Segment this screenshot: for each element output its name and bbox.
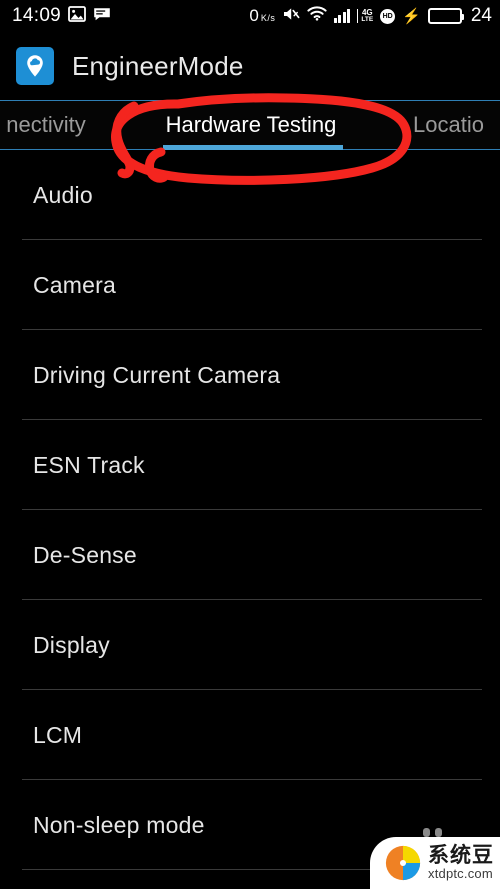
tab-connectivity[interactable]: nectivity xyxy=(0,101,146,149)
list-item-label: Audio xyxy=(33,181,93,208)
watermark: 系统豆 xtdptc.com xyxy=(370,837,500,889)
phone-screenshot: 14:09 0 K / s 4G LTE HD ⚡ 24 EngineerMod… xyxy=(0,0,500,889)
chat-icon xyxy=(93,7,111,26)
image-icon xyxy=(68,5,86,27)
watermark-name: 系统豆 xyxy=(428,844,494,868)
list-item[interactable]: LCM xyxy=(0,690,500,780)
charging-bolt-icon: ⚡ xyxy=(402,7,421,25)
list-item[interactable]: Driving Current Camera xyxy=(0,330,500,420)
tab-bar: nectivity Hardware Testing Locatio xyxy=(0,100,500,150)
network-speed-indicator: 0 K / s xyxy=(249,6,275,26)
list-item-label: LCM xyxy=(33,721,83,748)
tab-connectivity-label: nectivity xyxy=(6,112,86,137)
mute-icon xyxy=(282,6,300,27)
status-bar: 14:09 0 K / s 4G LTE HD ⚡ 24 xyxy=(0,0,500,32)
battery-icon xyxy=(427,8,464,24)
network-speed-value: 0 xyxy=(249,6,259,25)
list-item-label: Non-sleep mode xyxy=(33,811,205,838)
watermark-logo-icon xyxy=(385,845,421,881)
tab-location[interactable]: Locatio xyxy=(413,101,500,149)
hardware-testing-list: Audio Camera Driving Current Camera ESN … xyxy=(0,150,500,870)
watermark-dots-icon xyxy=(423,828,442,837)
list-item[interactable]: Display xyxy=(0,600,500,690)
status-bar-right: 0 K / s 4G LTE HD ⚡ 24 xyxy=(249,5,500,27)
watermark-url: xtdptc.com xyxy=(428,866,493,882)
list-item[interactable]: Audio xyxy=(0,150,500,240)
network-type-icon: 4G LTE xyxy=(357,8,373,24)
list-item-label: Camera xyxy=(33,271,117,298)
list-item[interactable]: Camera xyxy=(0,240,500,330)
clock-label: 14:09 xyxy=(12,5,62,26)
app-title: EngineerMode xyxy=(72,50,244,81)
list-item[interactable]: De-Sense xyxy=(0,510,500,600)
list-item-label: Driving Current Camera xyxy=(33,361,281,388)
list-item-label: ESN Track xyxy=(33,451,145,478)
engineermode-app-icon xyxy=(16,47,54,85)
wifi-icon xyxy=(307,6,327,26)
list-item[interactable]: ESN Track xyxy=(0,420,500,510)
watermark-text: 系统豆 xtdptc.com xyxy=(428,845,494,881)
tab-location-label: Locatio xyxy=(413,112,484,137)
network-speed-unit: K / s xyxy=(260,13,275,23)
list-item-label: Display xyxy=(33,631,110,658)
battery-percent-label: 24 xyxy=(470,5,492,26)
list-item-label: De-Sense xyxy=(33,541,137,568)
status-bar-left: 14:09 xyxy=(0,5,111,27)
tab-hardware-testing[interactable]: Hardware Testing xyxy=(151,101,351,149)
tab-hardware-testing-label: Hardware Testing xyxy=(165,112,337,137)
signal-bars-icon xyxy=(333,9,351,23)
hd-voice-icon: HD xyxy=(380,8,396,24)
app-bar: EngineerMode xyxy=(0,32,500,100)
tab-strip: nectivity Hardware Testing Locatio xyxy=(0,101,500,150)
